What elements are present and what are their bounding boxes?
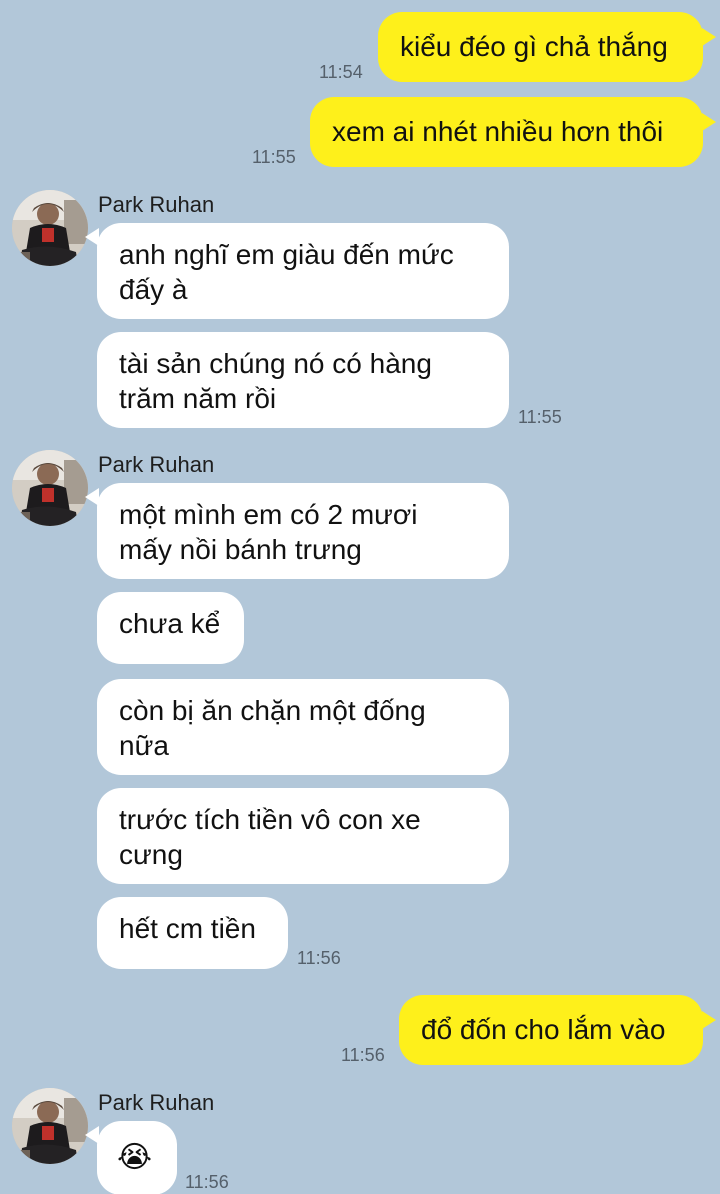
- profile-photo-icon: [12, 190, 88, 266]
- message-timestamp: 11:55: [252, 147, 296, 167]
- bubble-tail: [85, 228, 99, 246]
- outgoing-message[interactable]: kiểu đéo gì chả thắng: [378, 12, 703, 82]
- sender-avatar[interactable]: [12, 450, 88, 526]
- incoming-message[interactable]: còn bị ăn chặn một đống nữa: [97, 679, 509, 775]
- crying-face-emoji: 😭: [117, 1140, 153, 1175]
- incoming-message[interactable]: anh nghĩ em giàu đến mức đấy à: [97, 223, 509, 319]
- sender-name: Park Ruhan: [98, 1090, 215, 1115]
- incoming-message[interactable]: trước tích tiền vô con xe cưng: [97, 788, 509, 884]
- message-timestamp: 11:56: [185, 1172, 229, 1192]
- profile-photo-icon: [12, 450, 88, 526]
- message-timestamp: 11:56: [341, 1045, 385, 1065]
- incoming-message[interactable]: chưa kể: [97, 592, 244, 664]
- outgoing-message[interactable]: đổ đốn cho lắm vào: [399, 995, 703, 1065]
- incoming-message[interactable]: tài sản chúng nó có hàng trăm năm rồi: [97, 332, 509, 428]
- bubble-tail: [702, 28, 716, 46]
- bubble-tail: [702, 1011, 716, 1029]
- bubble-tail: [702, 113, 716, 131]
- message-timestamp: 11:54: [319, 62, 363, 82]
- chat-view[interactable]: 11:54 kiểu đéo gì chả thắng 11:55 xem ai…: [0, 0, 720, 1194]
- bubble-tail: [85, 488, 99, 506]
- message-timestamp: 11:55: [518, 407, 562, 427]
- incoming-message[interactable]: 😭: [97, 1121, 177, 1194]
- sender-avatar[interactable]: [12, 1088, 88, 1164]
- bubble-tail: [85, 1126, 99, 1144]
- message-timestamp: 11:56: [297, 948, 341, 968]
- sender-name: Park Ruhan: [98, 192, 215, 217]
- incoming-message[interactable]: hết cm tiền: [97, 897, 288, 969]
- sender-name: Park Ruhan: [98, 452, 215, 477]
- incoming-message[interactable]: một mình em có 2 mươi mấy nồi bánh trưng: [97, 483, 509, 579]
- sender-avatar[interactable]: [12, 190, 88, 266]
- profile-photo-icon: [12, 1088, 88, 1164]
- outgoing-message[interactable]: xem ai nhét nhiều hơn thôi: [310, 97, 703, 167]
